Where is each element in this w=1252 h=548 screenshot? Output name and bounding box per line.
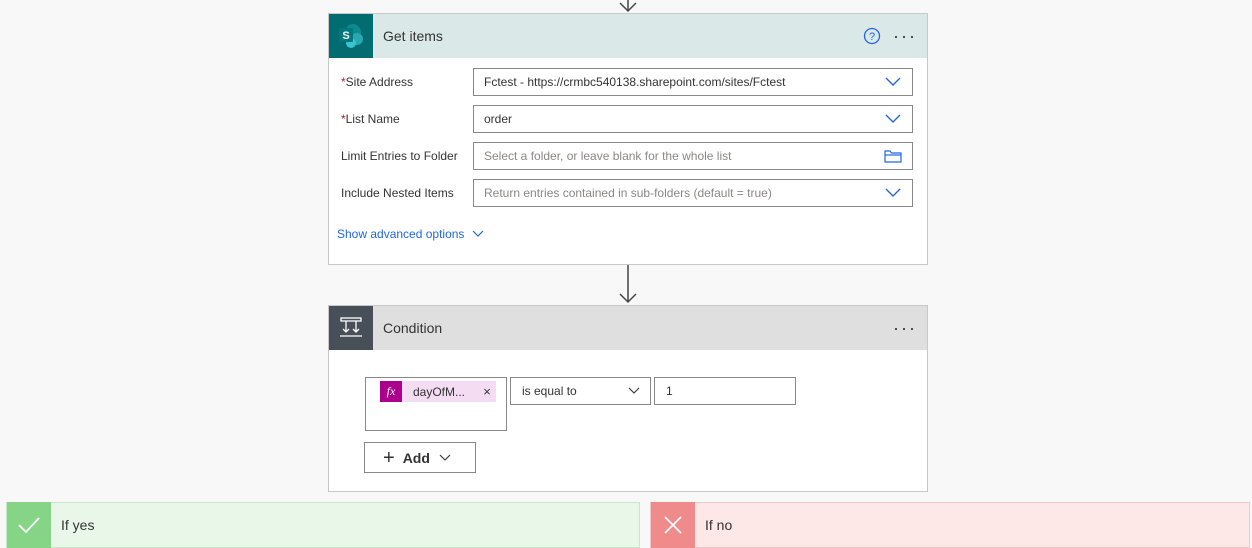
condition-action-card[interactable]: Condition ··· fx dayOfM... × is equal to… — [328, 305, 928, 492]
chevron-down-icon[interactable] — [884, 110, 902, 128]
limit-folder-label: Limit Entries to Folder — [341, 149, 458, 163]
condition-icon — [329, 306, 373, 350]
show-advanced-options-link[interactable]: Show advanced options — [337, 227, 484, 241]
condition-operator-dropdown[interactable]: is equal to — [510, 377, 651, 405]
more-options-icon[interactable]: ··· — [887, 14, 923, 58]
get-items-action-card[interactable]: S Get items ? ··· *Site Address Fctest -… — [328, 13, 928, 265]
flow-arrow-top — [619, 0, 637, 13]
sharepoint-letter: S — [342, 30, 349, 42]
limit-folder-placeholder: Select a folder, or leave blank for the … — [484, 149, 732, 163]
get-items-header[interactable]: S Get items ? ··· — [329, 14, 927, 58]
list-name-label: *List Name — [341, 112, 400, 126]
add-button[interactable]: + Add — [364, 442, 476, 473]
site-address-label: *Site Address — [341, 75, 414, 89]
site-address-row: *Site Address Fctest - https://crmbc5401… — [341, 68, 913, 96]
condition-right-operand[interactable]: 1 — [654, 377, 796, 405]
close-icon — [651, 502, 695, 548]
sharepoint-icon: S — [329, 14, 373, 58]
chevron-down-icon — [473, 230, 484, 237]
chevron-down-icon[interactable] — [884, 73, 902, 91]
site-address-dropdown[interactable]: Fctest - https://crmbc540138.sharepoint.… — [473, 68, 913, 96]
condition-left-operand[interactable]: fx dayOfM... × — [365, 377, 507, 431]
add-button-label: Add — [402, 449, 430, 466]
if-no-label: If no — [705, 517, 733, 533]
chevron-down-icon[interactable] — [884, 184, 902, 202]
get-items-title: Get items — [383, 28, 443, 44]
show-advanced-options-label: Show advanced options — [337, 227, 465, 241]
if-no-branch[interactable]: If no — [650, 502, 1250, 548]
nested-items-placeholder: Return entries contained in sub-folders … — [484, 186, 772, 200]
list-name-dropdown[interactable]: order — [473, 105, 913, 133]
if-yes-branch[interactable]: If yes — [6, 502, 640, 548]
chevron-down-icon — [439, 454, 451, 461]
more-options-icon[interactable]: ··· — [887, 306, 923, 350]
svg-text:?: ? — [869, 31, 875, 43]
if-yes-label: If yes — [61, 517, 95, 533]
expression-token-text: dayOfM... — [413, 384, 466, 399]
condition-header[interactable]: Condition ··· — [329, 306, 927, 350]
nested-items-row: Include Nested Items Return entries cont… — [341, 179, 913, 207]
check-icon — [7, 502, 51, 548]
list-name-row: *List Name order — [341, 105, 913, 133]
limit-folder-row: Limit Entries to Folder Select a folder,… — [341, 142, 913, 170]
limit-folder-input[interactable]: Select a folder, or leave blank for the … — [473, 142, 913, 170]
chevron-down-icon — [628, 387, 640, 394]
remove-token-icon[interactable]: × — [478, 384, 496, 399]
help-icon[interactable]: ? — [857, 14, 887, 58]
condition-operator-value: is equal to — [522, 384, 577, 398]
list-name-value: order — [484, 112, 513, 126]
nested-items-dropdown[interactable]: Return entries contained in sub-folders … — [473, 179, 913, 207]
condition-right-value: 1 — [666, 384, 673, 398]
fx-icon: fx — [380, 381, 402, 402]
expression-token[interactable]: fx dayOfM... × — [380, 381, 496, 402]
folder-icon[interactable] — [884, 147, 902, 165]
flow-arrow-middle — [619, 265, 637, 304]
site-address-value: Fctest - https://crmbc540138.sharepoint.… — [484, 75, 786, 89]
nested-items-label: Include Nested Items — [341, 186, 454, 200]
condition-title: Condition — [383, 320, 443, 336]
plus-icon: + — [383, 446, 395, 469]
